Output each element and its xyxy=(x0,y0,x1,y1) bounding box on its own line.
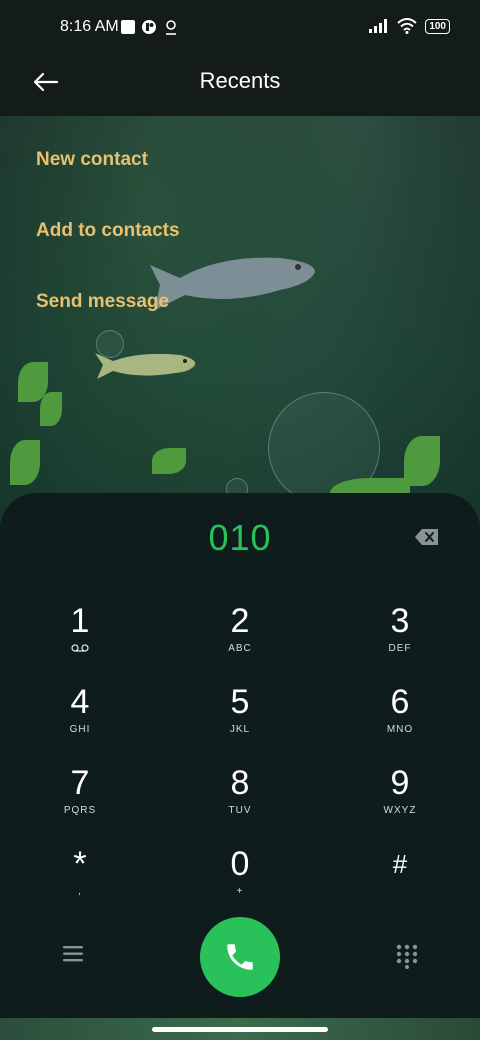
key-8[interactable]: 8 TUV xyxy=(180,763,300,833)
key-hash[interactable]: # xyxy=(340,844,460,914)
key-2[interactable]: 2 ABC xyxy=(180,601,300,671)
dialpad-icon[interactable] xyxy=(394,943,420,969)
key-4[interactable]: 4 GHI xyxy=(20,682,140,752)
call-button[interactable] xyxy=(200,917,280,997)
status-left-icons xyxy=(121,19,179,35)
notification-square-icon xyxy=(121,20,135,34)
app-icon xyxy=(142,20,156,34)
key-7[interactable]: 7 PQRS xyxy=(20,763,140,833)
status-bar: 8:16 AM 100 xyxy=(0,0,480,56)
key-0[interactable]: 0 + xyxy=(180,844,300,914)
key-5[interactable]: 5 JKL xyxy=(180,682,300,752)
plant-leaf xyxy=(152,448,186,474)
home-indicator[interactable] xyxy=(152,1027,328,1032)
plant-leaf xyxy=(40,392,62,426)
battery-icon: 100 xyxy=(425,18,450,34)
wifi-icon xyxy=(397,18,417,34)
signal-icon xyxy=(369,19,388,33)
key-1[interactable]: 1 xyxy=(20,601,140,671)
app-header: Recents xyxy=(0,56,480,116)
voicemail-icon xyxy=(20,643,140,657)
backspace-icon[interactable] xyxy=(414,527,440,547)
phone-icon xyxy=(227,944,253,970)
menu-icon[interactable] xyxy=(60,941,86,967)
dialer-action-bar xyxy=(0,917,480,997)
plant-leaf xyxy=(10,440,40,485)
send-message-option[interactable]: Send message xyxy=(36,282,180,353)
key-9[interactable]: 9 WXYZ xyxy=(340,763,460,833)
key-3[interactable]: 3 DEF xyxy=(340,601,460,671)
new-contact-option[interactable]: New contact xyxy=(36,140,180,211)
number-actions-list: New contact Add to contacts Send message xyxy=(36,140,180,353)
status-time: 8:16 AM xyxy=(60,18,119,35)
location-icon xyxy=(166,20,176,35)
dialed-number[interactable]: 010 xyxy=(0,517,480,559)
add-to-contacts-option[interactable]: Add to contacts xyxy=(36,211,180,282)
page-title: Recents xyxy=(199,68,281,93)
key-6[interactable]: 6 MNO xyxy=(340,682,460,752)
status-right-icons: 100 xyxy=(369,18,450,34)
key-star[interactable]: * , xyxy=(20,844,140,914)
